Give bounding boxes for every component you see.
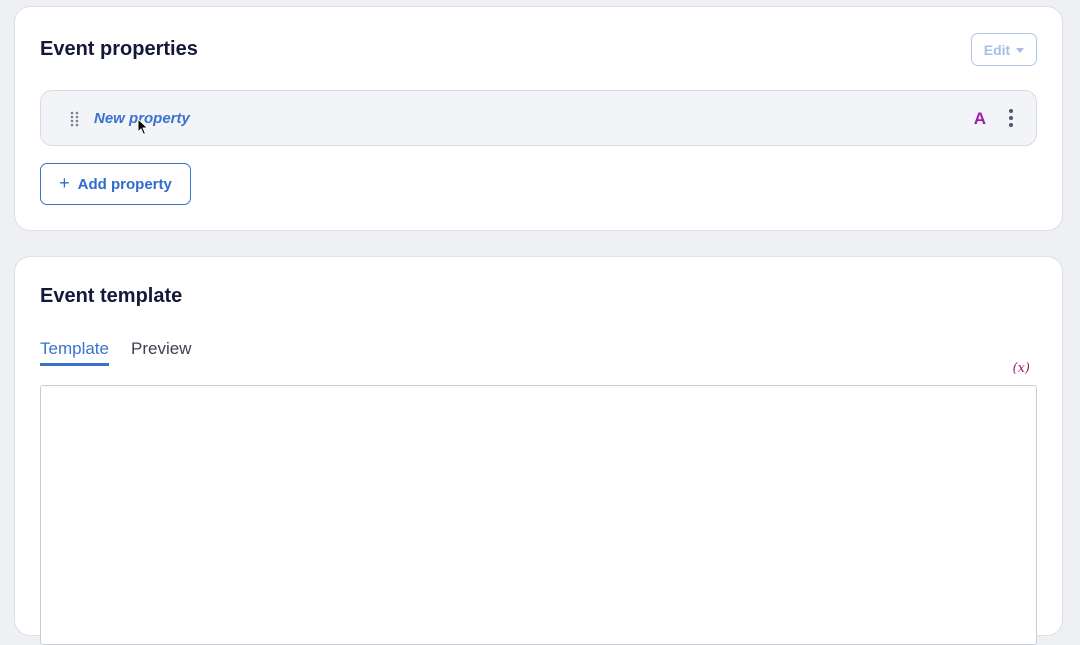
string-type-icon[interactable]: A [974,109,986,129]
event-properties-card: Event properties Edit New property A + A… [14,6,1063,231]
template-tabs: Template Preview [40,339,191,366]
drag-handle-icon[interactable] [69,111,81,127]
tab-template[interactable]: Template [40,339,109,366]
property-row[interactable]: New property A [40,90,1037,146]
edit-button-label: Edit [983,41,1011,58]
chevron-down-icon [1016,48,1025,53]
mouse-pointer-icon [137,118,149,136]
plus-icon: + [59,173,70,193]
event-template-card: Event template Template Preview (x) [14,256,1063,645]
edit-button[interactable]: Edit [971,33,1037,66]
add-property-button[interactable]: + Add property [40,163,191,205]
event-properties-title: Event properties [40,38,198,60]
add-property-label: Add property [77,175,172,193]
event-template-title: Event template [40,285,183,307]
insert-variable-icon[interactable]: (x) [1013,361,1030,376]
more-options-icon[interactable] [1008,108,1014,128]
template-editor[interactable] [40,385,1037,645]
tab-preview[interactable]: Preview [131,339,191,366]
